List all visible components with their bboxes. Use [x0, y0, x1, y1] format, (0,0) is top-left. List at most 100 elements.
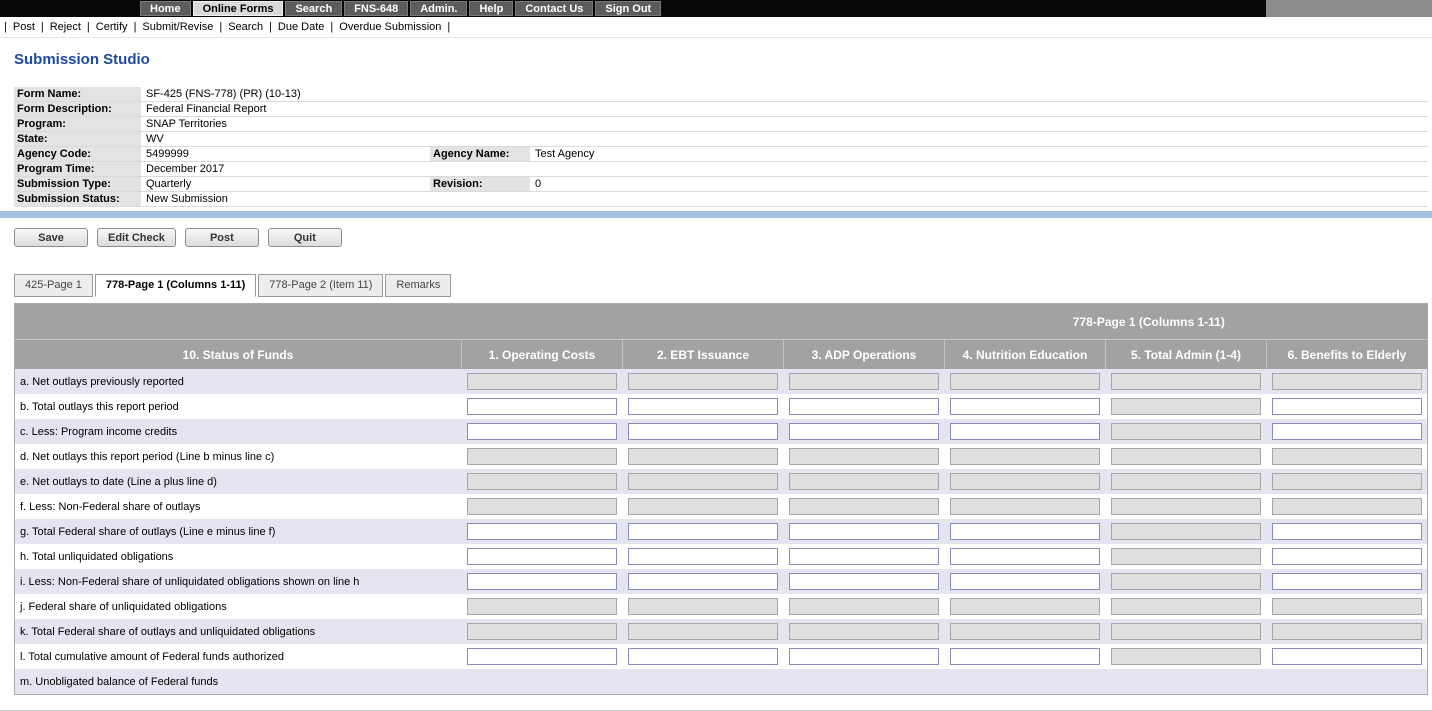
cell-i-col1	[461, 573, 622, 590]
detail-row: Submission Type:QuarterlyRevision:0	[14, 177, 1428, 192]
submission-type-label: Submission Type:	[14, 177, 141, 191]
tab-778-page-2-item-11[interactable]: 778-Page 2 (Item 11)	[258, 274, 383, 297]
nav-home[interactable]: Home	[140, 1, 191, 16]
cell-h-col3	[783, 548, 944, 565]
submission-type-value: Quarterly	[141, 177, 430, 191]
input-i-col2[interactable]	[628, 573, 778, 590]
quit-button[interactable]: Quit	[268, 228, 342, 247]
grid-row-e: e. Net outlays to date (Line a plus line…	[15, 469, 1427, 494]
cell-d-col5	[1105, 448, 1266, 465]
form-details: Form Name:SF-425 (FNS-778) (PR) (10-13)F…	[14, 87, 1428, 207]
cell-k-col2	[622, 623, 783, 640]
nav-admin[interactable]: Admin.	[410, 1, 467, 16]
program-label: Program:	[14, 117, 141, 131]
input-l-col6[interactable]	[1272, 648, 1422, 665]
input-d-col4	[950, 448, 1100, 465]
input-g-col4[interactable]	[950, 523, 1100, 540]
form-name-label: Form Name:	[14, 87, 141, 101]
cell-e-col3	[783, 473, 944, 490]
input-k-col3	[789, 623, 939, 640]
cell-a-col4	[944, 373, 1105, 390]
cell-g-col4	[944, 523, 1105, 540]
input-i-col6[interactable]	[1272, 573, 1422, 590]
cell-a-col6	[1266, 373, 1427, 390]
input-h-col2[interactable]	[628, 548, 778, 565]
nav-contact-us[interactable]: Contact Us	[515, 1, 593, 16]
input-g-col3[interactable]	[789, 523, 939, 540]
grid-row-f: f. Less: Non-Federal share of outlays	[15, 494, 1427, 519]
nav-fns-648[interactable]: FNS-648	[344, 1, 408, 16]
input-c-col4[interactable]	[950, 423, 1100, 440]
input-i-col1[interactable]	[467, 573, 617, 590]
cell-c-col1	[461, 423, 622, 440]
cell-a-col2	[622, 373, 783, 390]
input-i-col3[interactable]	[789, 573, 939, 590]
cell-e-col2	[622, 473, 783, 490]
edit-check-button[interactable]: Edit Check	[97, 228, 176, 247]
input-d-col2	[628, 448, 778, 465]
tab-778-page-1-columns-1-11[interactable]: 778-Page 1 (Columns 1-11)	[95, 274, 256, 297]
top-nav: HomeOnline FormsSearchFNS-648Admin.HelpC…	[0, 0, 1432, 17]
nav-sign-out[interactable]: Sign Out	[595, 1, 661, 16]
input-c-col3[interactable]	[789, 423, 939, 440]
input-l-col4[interactable]	[950, 648, 1100, 665]
input-g-col1[interactable]	[467, 523, 617, 540]
form-description-value: Federal Financial Report	[141, 102, 1428, 116]
column-header-2-ebt-issuance: 2. EBT Issuance	[622, 340, 783, 369]
cell-l-col3	[783, 648, 944, 665]
cell-l-col5	[1105, 648, 1266, 665]
cell-c-col5	[1105, 423, 1266, 440]
input-b-col1[interactable]	[467, 398, 617, 415]
post-button[interactable]: Post	[185, 228, 259, 247]
menu-search[interactable]: Search	[228, 21, 263, 33]
input-b-col2[interactable]	[628, 398, 778, 415]
column-header-6-benefits-to-elderly: 6. Benefits to Elderly	[1266, 340, 1427, 369]
input-c-col1[interactable]	[467, 423, 617, 440]
input-g-col2[interactable]	[628, 523, 778, 540]
input-l-col1[interactable]	[467, 648, 617, 665]
submission-status-value: New Submission	[141, 192, 1428, 206]
input-l-col2[interactable]	[628, 648, 778, 665]
input-a-col1	[467, 373, 617, 390]
nav-search[interactable]: Search	[285, 1, 342, 16]
input-h-col6[interactable]	[1272, 548, 1422, 565]
input-h-col4[interactable]	[950, 548, 1100, 565]
input-b-col4[interactable]	[950, 398, 1100, 415]
tab-remarks[interactable]: Remarks	[385, 274, 451, 297]
row-label-m: m. Unobligated balance of Federal funds	[15, 676, 461, 688]
cell-j-col2	[622, 598, 783, 615]
input-h-col5	[1111, 548, 1261, 565]
input-c-col2[interactable]	[628, 423, 778, 440]
nav-help[interactable]: Help	[469, 1, 513, 16]
input-g-col6[interactable]	[1272, 523, 1422, 540]
input-i-col4[interactable]	[950, 573, 1100, 590]
input-a-col3	[789, 373, 939, 390]
input-k-col5	[1111, 623, 1261, 640]
menu-reject[interactable]: Reject	[50, 21, 81, 33]
tab-425-page-1[interactable]: 425-Page 1	[14, 274, 93, 297]
grid-row-h: h. Total unliquidated obligations	[15, 544, 1427, 569]
menu-submit-revise[interactable]: Submit/Revise	[142, 21, 213, 33]
menu-due-date[interactable]: Due Date	[278, 21, 324, 33]
cell-j-col1	[461, 598, 622, 615]
input-j-col3	[789, 598, 939, 615]
input-l-col3[interactable]	[789, 648, 939, 665]
cell-b-col4	[944, 398, 1105, 415]
cell-f-col4	[944, 498, 1105, 515]
input-b-col6[interactable]	[1272, 398, 1422, 415]
save-button[interactable]: Save	[14, 228, 88, 247]
menu-post[interactable]: Post	[13, 21, 35, 33]
input-c-col5	[1111, 423, 1261, 440]
input-h-col3[interactable]	[789, 548, 939, 565]
input-b-col3[interactable]	[789, 398, 939, 415]
cell-b-col6	[1266, 398, 1427, 415]
cell-b-col1	[461, 398, 622, 415]
menu-certify[interactable]: Certify	[96, 21, 128, 33]
menu-overdue-submission[interactable]: Overdue Submission	[339, 21, 441, 33]
nav-online-forms[interactable]: Online Forms	[193, 1, 284, 16]
input-c-col6[interactable]	[1272, 423, 1422, 440]
input-a-col5	[1111, 373, 1261, 390]
form-name-value: SF-425 (FNS-778) (PR) (10-13)	[141, 87, 1428, 101]
input-h-col1[interactable]	[467, 548, 617, 565]
menu-separator: |	[330, 21, 333, 33]
